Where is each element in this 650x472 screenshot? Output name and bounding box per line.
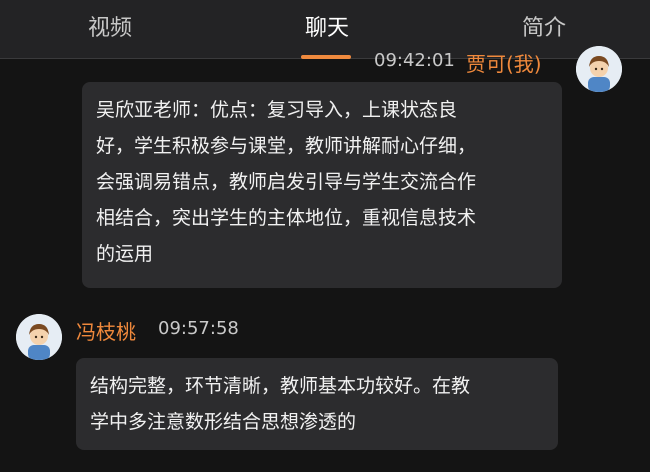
tab-intro[interactable]: 简介: [516, 10, 572, 41]
active-tab-indicator: [301, 55, 351, 59]
message-text-line: 的运用: [96, 243, 154, 265]
tab-bar: 视频 聊天 简介: [0, 0, 650, 59]
message-text-line: 结构完整，环节清晰，教师基本功较好。在教: [90, 375, 471, 397]
message-text-line: 相结合，突出学生的主体地位，重视信息技术: [96, 207, 477, 229]
message-text-line: 会强调易错点，教师启发引导与学生交流合作: [96, 171, 477, 193]
user-avatar-icon[interactable]: [576, 46, 622, 92]
message-sender-name[interactable]: 贾可(我): [466, 48, 542, 77]
tab-video[interactable]: 视频: [82, 10, 138, 41]
message-time: 09:57:58: [158, 318, 239, 339]
message-sender-name[interactable]: 冯枝桃: [76, 316, 136, 345]
message-text-line: 学中多注意数形结合思想渗透的: [90, 411, 357, 433]
message-bubble: 结构完整，环节清晰，教师基本功较好。在教 学中多注意数形结合思想渗透的: [76, 358, 558, 450]
message-bubble: 吴欣亚老师：优点：复习导入，上课状态良 好，学生积极参与课堂，教师讲解耐心仔细，…: [82, 82, 562, 288]
user-avatar-icon[interactable]: [16, 314, 62, 360]
tab-chat[interactable]: 聊天: [299, 10, 355, 41]
message-text-line: 好，学生积极参与课堂，教师讲解耐心仔细，: [96, 135, 477, 157]
message-text-line: 吴欣亚老师：优点：复习导入，上课状态良: [96, 99, 458, 121]
message-time: 09:42:01: [374, 50, 455, 71]
